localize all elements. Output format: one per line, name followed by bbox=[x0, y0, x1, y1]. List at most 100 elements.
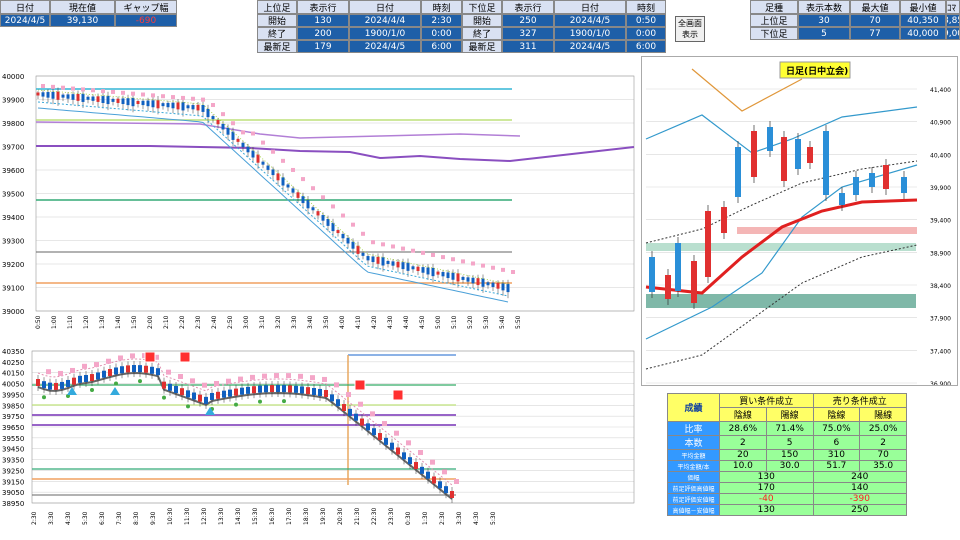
stats-value: 5 bbox=[765, 435, 814, 450]
signal-line bbox=[37, 89, 509, 285]
candle-body bbox=[491, 282, 495, 287]
candle-body bbox=[131, 97, 135, 107]
candle-body bbox=[71, 94, 75, 100]
lower-row-date: 1900/1/0 bbox=[554, 27, 626, 40]
ma-marker bbox=[334, 382, 339, 388]
ma-marker bbox=[331, 204, 335, 209]
sub-header-sell-bull: 陽線 bbox=[859, 407, 907, 422]
y-tick-label: 40250 bbox=[2, 359, 24, 367]
buy-signal-marker bbox=[144, 351, 156, 363]
candle-body bbox=[311, 207, 315, 211]
x-tick-label: 1:30 bbox=[422, 511, 429, 525]
candle-body bbox=[204, 396, 208, 404]
x-tick-label: 4:30 bbox=[473, 511, 480, 525]
x-tick-label: 3:10 bbox=[259, 315, 266, 329]
x-tick-label: 2:10 bbox=[163, 315, 170, 329]
ma-marker bbox=[370, 411, 375, 417]
ma-marker bbox=[394, 430, 399, 436]
lower-row-date: 2024/4/5 bbox=[554, 14, 626, 27]
candle-body bbox=[264, 385, 268, 393]
signal-dot bbox=[114, 381, 118, 386]
candle-body bbox=[241, 142, 245, 148]
candle-body bbox=[96, 372, 100, 380]
ma-marker bbox=[451, 257, 455, 262]
signal-dot bbox=[258, 399, 262, 404]
x-tick-label: 3:40 bbox=[307, 315, 314, 329]
upper-band bbox=[37, 358, 453, 486]
candle-body bbox=[366, 256, 370, 261]
upper-row-time: 0:00 bbox=[421, 27, 462, 40]
y-tick-label: 39650 bbox=[2, 424, 24, 432]
ma-marker bbox=[241, 130, 245, 135]
daily-chart[interactable]: 41,400 40,900 40,400 39,900 39,400 38,900 38,4… bbox=[641, 56, 958, 386]
candle-body bbox=[446, 272, 450, 279]
candle-body bbox=[436, 271, 440, 275]
y-tick-label: 36,900 bbox=[930, 381, 951, 386]
candle-body bbox=[296, 192, 300, 198]
x-tick-label: 5:50 bbox=[515, 315, 522, 329]
x-tick-label: 10:30 bbox=[167, 508, 174, 525]
lower-timeframe-chart[interactable]: 40000 39900 39800 39700 39600 39500 39400 39300… bbox=[0, 66, 638, 342]
x-tick-label: 4:10 bbox=[355, 315, 362, 329]
candle-body bbox=[161, 103, 165, 107]
y-tick-label: 39400 bbox=[2, 214, 24, 222]
candle-body bbox=[426, 471, 430, 479]
candle-body bbox=[390, 442, 394, 450]
candle-body bbox=[150, 366, 154, 374]
x-tick-label: 5:20 bbox=[467, 315, 474, 329]
bollinger-lower bbox=[645, 164, 918, 340]
current-price: 39,130 bbox=[50, 14, 115, 27]
upper-row-date: 1900/1/0 bbox=[349, 27, 421, 40]
candle-body bbox=[61, 94, 65, 98]
candle-body bbox=[216, 391, 220, 399]
upper-row-value: 130 bbox=[297, 14, 349, 27]
lower-header-0: 下位足 bbox=[462, 0, 502, 14]
upper-row-time: 2:30 bbox=[421, 14, 462, 27]
stats-value: 35.0 bbox=[859, 460, 907, 472]
y-tick-label: 39100 bbox=[2, 285, 24, 293]
candle-body bbox=[206, 108, 210, 118]
candle-body bbox=[240, 387, 244, 395]
y-tick-label: 39200 bbox=[2, 261, 24, 269]
x-tick-label: 17:30 bbox=[286, 508, 293, 525]
candle-body bbox=[276, 385, 280, 393]
summary-row-label: 下位足 bbox=[750, 27, 798, 40]
x-tick-label: 4:30 bbox=[65, 511, 72, 525]
candle-body bbox=[402, 452, 406, 460]
ma-marker bbox=[141, 92, 145, 97]
y-tick-label: 39500 bbox=[2, 191, 24, 199]
y-tick-label: 39950 bbox=[2, 391, 24, 399]
candle-body bbox=[180, 388, 184, 396]
candle-body bbox=[236, 138, 240, 142]
buy-header: 買い条件成立 bbox=[719, 393, 814, 408]
ma-marker bbox=[501, 267, 505, 272]
ma-marker bbox=[121, 90, 125, 95]
candle-body bbox=[234, 388, 238, 396]
candle-body bbox=[191, 105, 195, 110]
candle-body bbox=[261, 161, 265, 165]
ma-marker bbox=[201, 97, 205, 102]
x-tick-label: 4:50 bbox=[419, 315, 426, 329]
performance-table: 成績 買い条件成立 売り条件成立 陰線 陽線 陰線 陽線 比率 28.6% 71… bbox=[667, 393, 907, 516]
candle-body bbox=[316, 211, 320, 216]
upper-timeframe-chart[interactable]: 40350 40250 40150 40050 39950 39850 39750 39650… bbox=[0, 345, 638, 540]
y-tick-label: 40,400 bbox=[930, 152, 951, 159]
ma-marker bbox=[161, 94, 165, 99]
fullscreen-button[interactable]: 全画面 表示 bbox=[675, 16, 705, 42]
candle-body bbox=[291, 188, 295, 193]
y-tick-label: 38,400 bbox=[930, 283, 951, 290]
x-tick-label: 23:30 bbox=[388, 508, 395, 525]
candle-body bbox=[839, 193, 845, 205]
candle-body bbox=[251, 150, 255, 158]
x-tick-label: 2:30 bbox=[439, 511, 446, 525]
candle-body bbox=[256, 154, 260, 163]
candle-body bbox=[807, 147, 813, 163]
x-tick-label: 8:30 bbox=[133, 511, 140, 525]
candle-body bbox=[767, 127, 773, 151]
ma-marker bbox=[291, 167, 295, 172]
x-tick-label: 1:40 bbox=[115, 315, 122, 329]
x-tick-label: 22:30 bbox=[371, 508, 378, 525]
candle-body bbox=[266, 165, 270, 170]
candle-body bbox=[381, 257, 385, 266]
ma-marker bbox=[311, 186, 315, 191]
